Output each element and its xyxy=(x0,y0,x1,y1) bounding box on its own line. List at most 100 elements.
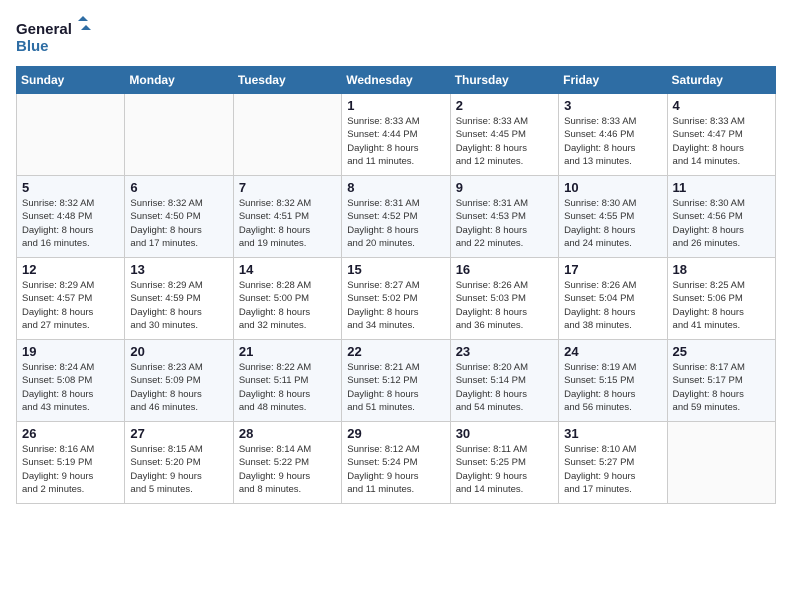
day-number: 7 xyxy=(239,180,336,195)
calendar-cell: 11Sunrise: 8:30 AM Sunset: 4:56 PM Dayli… xyxy=(667,176,775,258)
day-number: 16 xyxy=(456,262,553,277)
day-info: Sunrise: 8:15 AM Sunset: 5:20 PM Dayligh… xyxy=(130,443,227,496)
day-header-monday: Monday xyxy=(125,67,233,94)
day-info: Sunrise: 8:31 AM Sunset: 4:52 PM Dayligh… xyxy=(347,197,444,250)
day-number: 8 xyxy=(347,180,444,195)
day-number: 30 xyxy=(456,426,553,441)
day-info: Sunrise: 8:21 AM Sunset: 5:12 PM Dayligh… xyxy=(347,361,444,414)
page-header: GeneralBlue xyxy=(16,16,776,56)
calendar-cell: 12 Sunrise: 8:29 AM Sunset: 4:57 PM Dayli… xyxy=(17,258,125,340)
day-number: 22 xyxy=(347,344,444,359)
calendar-cell: 2Sunrise: 8:33 AM Sunset: 4:45 PM Daylig… xyxy=(450,94,558,176)
calendar-cell: 17 Sunrise: 8:26 AM Sunset: 5:04 PM Dayli… xyxy=(559,258,667,340)
day-info: Sunrise: 8:32 AM Sunset: 4:50 PM Dayligh… xyxy=(130,197,227,250)
day-number: 11 xyxy=(673,180,770,195)
day-number: 31 xyxy=(564,426,661,441)
day-info: Sunrise: 8:33 AM Sunset: 4:44 PM Dayligh… xyxy=(347,115,444,168)
day-info: Sunrise: 8:14 AM Sunset: 5:22 PM Dayligh… xyxy=(239,443,336,496)
day-number: 3 xyxy=(564,98,661,113)
day-info: Sunrise: 8:24 AM Sunset: 5:08 PM Dayligh… xyxy=(22,361,119,414)
svg-text:General: General xyxy=(16,21,72,38)
day-number: 14 xyxy=(239,262,336,277)
calendar-cell: 8 Sunrise: 8:31 AM Sunset: 4:52 PM Daylig… xyxy=(342,176,450,258)
day-number: 15 xyxy=(347,262,444,277)
calendar-cell: 10 Sunrise: 8:30 AM Sunset: 4:55 PM Dayli… xyxy=(559,176,667,258)
day-number: 10 xyxy=(564,180,661,195)
day-number: 20 xyxy=(130,344,227,359)
day-info: Sunrise: 8:32 AM Sunset: 4:51 PM Dayligh… xyxy=(239,197,336,250)
day-header-tuesday: Tuesday xyxy=(233,67,341,94)
day-number: 6 xyxy=(130,180,227,195)
day-info: Sunrise: 8:29 AM Sunset: 4:59 PM Dayligh… xyxy=(130,279,227,332)
calendar-cell: 14 Sunrise: 8:28 AM Sunset: 5:00 PM Dayli… xyxy=(233,258,341,340)
day-info: Sunrise: 8:19 AM Sunset: 5:15 PM Dayligh… xyxy=(564,361,661,414)
day-number: 27 xyxy=(130,426,227,441)
day-number: 21 xyxy=(239,344,336,359)
day-header-thursday: Thursday xyxy=(450,67,558,94)
day-info: Sunrise: 8:33 AM Sunset: 4:47 PM Dayligh… xyxy=(673,115,770,168)
day-info: Sunrise: 8:12 AM Sunset: 5:24 PM Dayligh… xyxy=(347,443,444,496)
calendar-cell: 23 Sunrise: 8:20 AM Sunset: 5:14 PM Dayli… xyxy=(450,340,558,422)
calendar-cell: 26 Sunrise: 8:16 AM Sunset: 5:19 PM Dayli… xyxy=(17,422,125,504)
day-info: Sunrise: 8:32 AM Sunset: 4:48 PM Dayligh… xyxy=(22,197,119,250)
day-info: Sunrise: 8:29 AM Sunset: 4:57 PM Dayligh… xyxy=(22,279,119,332)
calendar-cell: 31Sunrise: 8:10 AM Sunset: 5:27 PM Dayli… xyxy=(559,422,667,504)
calendar-week-row: 12 Sunrise: 8:29 AM Sunset: 4:57 PM Dayli… xyxy=(17,258,776,340)
calendar-cell: 29 Sunrise: 8:12 AM Sunset: 5:24 PM Dayli… xyxy=(342,422,450,504)
calendar-cell xyxy=(125,94,233,176)
day-info: Sunrise: 8:26 AM Sunset: 5:03 PM Dayligh… xyxy=(456,279,553,332)
day-info: Sunrise: 8:20 AM Sunset: 5:14 PM Dayligh… xyxy=(456,361,553,414)
calendar-week-row: 5 Sunrise: 8:32 AM Sunset: 4:48 PM Daylig… xyxy=(17,176,776,258)
svg-text:Blue: Blue xyxy=(16,38,49,55)
calendar-cell: 1Sunrise: 8:33 AM Sunset: 4:44 PM Daylig… xyxy=(342,94,450,176)
calendar-cell: 27 Sunrise: 8:15 AM Sunset: 5:20 PM Dayli… xyxy=(125,422,233,504)
logo-icon: GeneralBlue xyxy=(16,16,96,56)
calendar-cell: 19 Sunrise: 8:24 AM Sunset: 5:08 PM Dayli… xyxy=(17,340,125,422)
calendar-cell: 22 Sunrise: 8:21 AM Sunset: 5:12 PM Dayli… xyxy=(342,340,450,422)
calendar-cell xyxy=(667,422,775,504)
calendar-cell: 3 Sunrise: 8:33 AM Sunset: 4:46 PM Daylig… xyxy=(559,94,667,176)
calendar-week-row: 1Sunrise: 8:33 AM Sunset: 4:44 PM Daylig… xyxy=(17,94,776,176)
calendar-cell: 4 Sunrise: 8:33 AM Sunset: 4:47 PM Daylig… xyxy=(667,94,775,176)
calendar-cell: 6 Sunrise: 8:32 AM Sunset: 4:50 PM Daylig… xyxy=(125,176,233,258)
day-number: 9 xyxy=(456,180,553,195)
day-number: 23 xyxy=(456,344,553,359)
calendar-week-row: 19 Sunrise: 8:24 AM Sunset: 5:08 PM Dayli… xyxy=(17,340,776,422)
day-number: 28 xyxy=(239,426,336,441)
day-info: Sunrise: 8:33 AM Sunset: 4:45 PM Dayligh… xyxy=(456,115,553,168)
day-number: 17 xyxy=(564,262,661,277)
day-number: 12 xyxy=(22,262,119,277)
day-info: Sunrise: 8:33 AM Sunset: 4:46 PM Dayligh… xyxy=(564,115,661,168)
calendar-cell: 18Sunrise: 8:25 AM Sunset: 5:06 PM Dayli… xyxy=(667,258,775,340)
calendar-cell xyxy=(17,94,125,176)
day-number: 4 xyxy=(673,98,770,113)
days-header-row: SundayMondayTuesdayWednesdayThursdayFrid… xyxy=(17,67,776,94)
day-header-sunday: Sunday xyxy=(17,67,125,94)
day-number: 26 xyxy=(22,426,119,441)
calendar-cell: 20Sunrise: 8:23 AM Sunset: 5:09 PM Dayli… xyxy=(125,340,233,422)
day-number: 19 xyxy=(22,344,119,359)
day-info: Sunrise: 8:16 AM Sunset: 5:19 PM Dayligh… xyxy=(22,443,119,496)
logo: GeneralBlue xyxy=(16,16,96,56)
day-info: Sunrise: 8:11 AM Sunset: 5:25 PM Dayligh… xyxy=(456,443,553,496)
calendar-cell: 25Sunrise: 8:17 AM Sunset: 5:17 PM Dayli… xyxy=(667,340,775,422)
day-info: Sunrise: 8:28 AM Sunset: 5:00 PM Dayligh… xyxy=(239,279,336,332)
day-number: 25 xyxy=(673,344,770,359)
calendar-table: SundayMondayTuesdayWednesdayThursdayFrid… xyxy=(16,66,776,504)
day-info: Sunrise: 8:31 AM Sunset: 4:53 PM Dayligh… xyxy=(456,197,553,250)
day-info: Sunrise: 8:30 AM Sunset: 4:55 PM Dayligh… xyxy=(564,197,661,250)
day-info: Sunrise: 8:27 AM Sunset: 5:02 PM Dayligh… xyxy=(347,279,444,332)
calendar-cell: 24 Sunrise: 8:19 AM Sunset: 5:15 PM Dayli… xyxy=(559,340,667,422)
calendar-week-row: 26 Sunrise: 8:16 AM Sunset: 5:19 PM Dayli… xyxy=(17,422,776,504)
calendar-cell: 7 Sunrise: 8:32 AM Sunset: 4:51 PM Daylig… xyxy=(233,176,341,258)
day-number: 24 xyxy=(564,344,661,359)
day-header-wednesday: Wednesday xyxy=(342,67,450,94)
day-number: 18 xyxy=(673,262,770,277)
day-number: 5 xyxy=(22,180,119,195)
calendar-cell: 28 Sunrise: 8:14 AM Sunset: 5:22 PM Dayli… xyxy=(233,422,341,504)
calendar-cell: 13Sunrise: 8:29 AM Sunset: 4:59 PM Dayli… xyxy=(125,258,233,340)
day-info: Sunrise: 8:26 AM Sunset: 5:04 PM Dayligh… xyxy=(564,279,661,332)
day-header-saturday: Saturday xyxy=(667,67,775,94)
day-number: 29 xyxy=(347,426,444,441)
day-header-friday: Friday xyxy=(559,67,667,94)
